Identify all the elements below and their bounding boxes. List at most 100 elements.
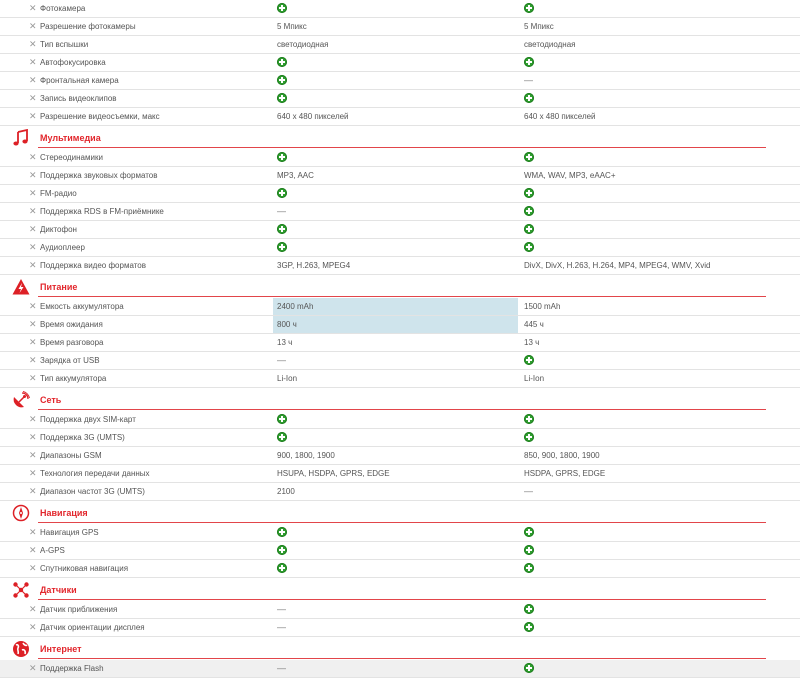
plus-icon (277, 527, 287, 537)
dash-text: — (277, 622, 286, 632)
remove-row-icon[interactable]: ✕ (29, 622, 37, 632)
remove-row-icon[interactable]: ✕ (29, 224, 37, 234)
remove-row-icon[interactable]: ✕ (29, 414, 37, 424)
value-cell: HSDPA, GPRS, EDGE (520, 465, 766, 482)
remove-row-icon[interactable]: ✕ (29, 355, 37, 365)
plus-icon (524, 242, 534, 252)
spec-name: Емкость аккумулятора (40, 302, 124, 311)
satellite-dish-icon (12, 391, 30, 409)
value-text: 3GP, H.263, MPEG4 (277, 261, 351, 270)
value-text: WMA, WAV, MP3, eAAC+ (524, 171, 616, 180)
value-cell (520, 601, 766, 618)
remove-row-icon[interactable]: ✕ (29, 545, 37, 555)
value-text: MP3, AAC (277, 171, 314, 180)
value-cell: 13 ч (273, 334, 518, 351)
spec-name: Поддержка Flash (40, 664, 104, 673)
remove-row-icon[interactable]: ✕ (29, 301, 37, 311)
value-cell: 640 x 480 пикселей (520, 108, 766, 125)
value-text: 800 ч (277, 320, 297, 329)
value-cell: — (520, 483, 766, 500)
value-cell: 13 ч (520, 334, 766, 351)
value-text: Li-Ion (277, 374, 298, 383)
value-cell: 640 x 480 пикселей (273, 108, 518, 125)
plus-icon (277, 242, 287, 252)
remove-row-icon[interactable]: ✕ (29, 373, 37, 383)
section-divider (38, 147, 766, 148)
remove-row-icon[interactable]: ✕ (29, 206, 37, 216)
spec-row: ✕ Тип аккумулятора Li-Ion Li-Ion (0, 370, 800, 388)
plus-icon (277, 93, 287, 103)
remove-row-icon[interactable]: ✕ (29, 260, 37, 270)
remove-row-icon[interactable]: ✕ (29, 527, 37, 537)
value-text: HSDPA, GPRS, EDGE (524, 469, 606, 478)
spec-row: ✕ Поддержка 3G (UMTS) (0, 429, 800, 447)
value-text: светодиодная (524, 40, 576, 49)
plus-icon (277, 75, 287, 85)
remove-row-icon[interactable]: ✕ (29, 319, 37, 329)
remove-row-icon[interactable]: ✕ (29, 21, 37, 31)
spec-name: Диапазон частот 3G (UMTS) (40, 487, 145, 496)
spec-name: Время ожидания (40, 320, 103, 329)
plus-icon (524, 604, 534, 614)
value-text: 5 Мпикс (524, 22, 554, 31)
remove-row-icon[interactable]: ✕ (29, 93, 37, 103)
remove-row-icon[interactable]: ✕ (29, 57, 37, 67)
value-cell: 900, 1800, 1900 (273, 447, 518, 464)
value-cell: MP3, AAC (273, 167, 518, 184)
value-cell (520, 429, 766, 446)
spec-row: ✕ Поддержка Flash — (0, 660, 800, 678)
spec-name: Технология передачи данных (40, 469, 150, 478)
section-title: Датчики (40, 585, 77, 595)
remove-row-icon[interactable]: ✕ (29, 468, 37, 478)
spec-row: ✕ Запись видеоклипов (0, 90, 800, 108)
spec-name: A-GPS (40, 546, 65, 555)
remove-row-icon[interactable]: ✕ (29, 450, 37, 460)
remove-row-icon[interactable]: ✕ (29, 663, 37, 673)
spec-name: Автофокусировка (40, 58, 106, 67)
spec-row: ✕ A-GPS (0, 542, 800, 560)
remove-row-icon[interactable]: ✕ (29, 563, 37, 573)
remove-row-icon[interactable]: ✕ (29, 39, 37, 49)
remove-row-icon[interactable]: ✕ (29, 486, 37, 496)
spec-name: FM-радио (40, 189, 77, 198)
spec-name: Время разговора (40, 338, 104, 347)
spec-name: Датчик приближения (40, 605, 118, 614)
spec-row: ✕ Автофокусировка (0, 54, 800, 72)
remove-row-icon[interactable]: ✕ (29, 604, 37, 614)
remove-row-icon[interactable]: ✕ (29, 188, 37, 198)
value-cell: DivX, DivX, H.263, H.264, MP4, MPEG4, WM… (520, 257, 766, 274)
remove-row-icon[interactable]: ✕ (29, 152, 37, 162)
remove-row-icon[interactable]: ✕ (29, 337, 37, 347)
value-text: 5 Мпикс (277, 22, 307, 31)
spec-row: ✕ Спутниковая навигация (0, 560, 800, 578)
value-text: 445 ч (524, 320, 544, 329)
remove-row-icon[interactable]: ✕ (29, 170, 37, 180)
remove-row-icon[interactable]: ✕ (29, 242, 37, 252)
value-cell (273, 239, 518, 256)
value-cell (520, 221, 766, 238)
remove-row-icon[interactable]: ✕ (29, 75, 37, 85)
spec-name: Спутниковая навигация (40, 564, 129, 573)
remove-row-icon[interactable]: ✕ (29, 3, 37, 13)
spec-name: Поддержка звуковых форматов (40, 171, 158, 180)
plus-icon (277, 414, 287, 424)
plus-icon (524, 206, 534, 216)
value-cell (520, 149, 766, 166)
value-text: 13 ч (277, 338, 293, 347)
remove-row-icon[interactable]: ✕ (29, 111, 37, 121)
value-cell: 445 ч (520, 316, 766, 333)
spec-row: ✕ Фотокамера (0, 0, 800, 18)
value-cell: 800 ч (273, 316, 518, 333)
value-text: 850, 900, 1800, 1900 (524, 451, 600, 460)
value-cell (520, 185, 766, 202)
value-cell (520, 619, 766, 636)
plus-icon (277, 563, 287, 573)
remove-row-icon[interactable]: ✕ (29, 432, 37, 442)
value-cell (520, 542, 766, 559)
value-cell (273, 411, 518, 428)
value-cell: — (273, 601, 518, 618)
spec-row: ✕ FM-радио (0, 185, 800, 203)
spec-row: ✕ Поддержка звуковых форматов MP3, AAC WMA,… (0, 167, 800, 185)
plus-icon (524, 545, 534, 555)
value-text: 2100 (277, 487, 295, 496)
